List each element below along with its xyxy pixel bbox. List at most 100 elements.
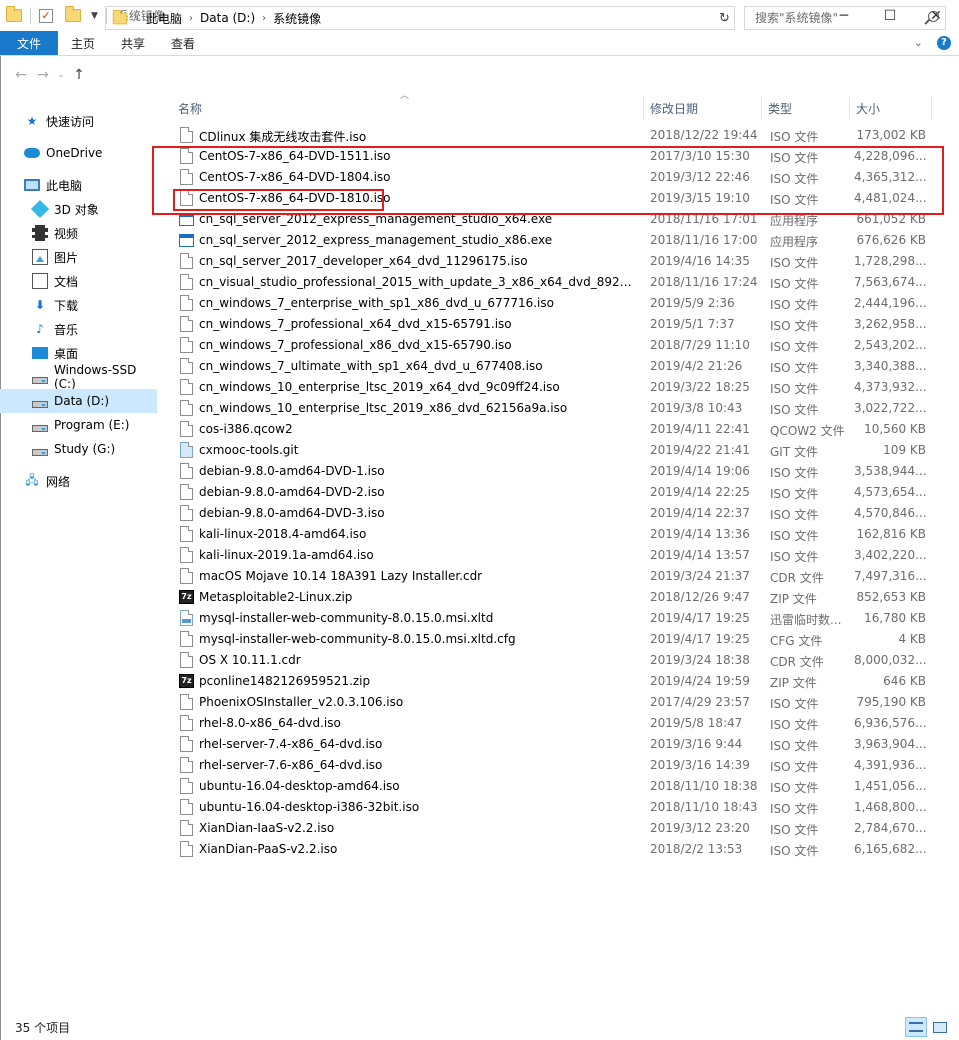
file-row[interactable]: XianDian-PaaS-v2.2.iso 2018/2/2 13:53 ISO …: [170, 839, 940, 860]
column-header-type[interactable]: 类型: [762, 96, 850, 120]
new-folder-icon[interactable]: [65, 6, 81, 22]
file-row[interactable]: kali-linux-2018.4-amd64.iso 2019/4/14 13:…: [170, 524, 940, 545]
file-size: 795,190 KB: [856, 695, 926, 709]
back-icon[interactable]: ←: [10, 67, 32, 83]
tab-view[interactable]: 查看: [158, 31, 208, 55]
file-type: CFG 文件: [770, 634, 823, 648]
file-row[interactable]: cn_windows_10_enterprise_ltsc_2019_x86_d…: [170, 398, 940, 419]
sidebar-item-label: 文档: [54, 274, 79, 289]
file-row[interactable]: 7z Metasploitable2-Linux.zip 2018/12/26 9:…: [170, 587, 940, 608]
file-date: 2019/5/1 7:37: [650, 317, 735, 331]
sidebar-item-drive-c[interactable]: Windows-SSD (C:): [0, 363, 157, 391]
file-row[interactable]: cn_sql_server_2012_express_management_st…: [170, 230, 940, 251]
file-row[interactable]: cn_windows_7_enterprise_with_sp1_x86_dvd…: [170, 293, 940, 314]
file-row[interactable]: kali-linux-2019.1a-amd64.iso 2019/4/14 13…: [170, 545, 940, 566]
chevron-right-icon[interactable]: ›: [189, 13, 193, 24]
chevron-right-icon[interactable]: ›: [135, 13, 139, 24]
recent-locations-icon[interactable]: ⌄: [54, 70, 68, 80]
sidebar-item-documents[interactable]: 文档: [0, 269, 157, 293]
file-row[interactable]: CDlinux 集成无线攻击套件.iso 2018/12/22 19:44 ISO …: [170, 125, 940, 146]
address-bar[interactable]: › 此电脑 › Data (D:) › 系统镜像 ⌄: [105, 6, 735, 30]
large-icons-view-button[interactable]: [929, 1017, 951, 1037]
breadcrumb-this-pc[interactable]: 此电脑: [146, 10, 182, 27]
sidebar-item-videos[interactable]: 视频: [0, 221, 157, 245]
breadcrumb-data-drive[interactable]: Data (D:): [200, 11, 255, 25]
sidebar-item-label: 音乐: [54, 322, 79, 337]
file-row[interactable]: debian-9.8.0-amd64-DVD-2.iso 2019/4/14 22…: [170, 482, 940, 503]
search-icon[interactable]: [928, 11, 939, 22]
sidebar-item-onedrive[interactable]: OneDrive: [0, 141, 157, 165]
sidebar-item-this-pc[interactable]: 此电脑: [0, 173, 157, 197]
sidebar-item-drive-e[interactable]: Program (E:): [0, 413, 157, 437]
file-size: 4,573,654...: [854, 485, 926, 499]
file-type: ISO 文件: [770, 130, 819, 144]
sidebar-item-desktop[interactable]: 桌面: [0, 341, 157, 365]
file-row[interactable]: XianDian-IaaS-v2.2.iso 2019/3/12 23:20 ISO…: [170, 818, 940, 839]
file-row[interactable]: cos-i386.qcow2 2019/4/11 22:41 QCOW2 文件 10,…: [170, 419, 940, 440]
zip-file-icon: 7z: [179, 590, 194, 604]
properties-icon[interactable]: ✓: [39, 8, 53, 23]
tab-home[interactable]: 主页: [58, 31, 108, 55]
search-input[interactable]: [755, 11, 925, 25]
ribbon-tabs: 文件 主页 共享 查看 ⌄ ?: [0, 31, 959, 56]
file-row[interactable]: PhoenixOSInstaller_v2.0.3.106.iso 2017/4/…: [170, 692, 940, 713]
file-row[interactable]: cxmooc-tools.git 2019/4/22 21:41 GIT 文件 109…: [170, 440, 940, 461]
file-type: ISO 文件: [770, 256, 819, 270]
file-row[interactable]: cn_visual_studio_professional_2015_with_…: [170, 272, 940, 293]
file-date: 2019/4/14 13:36: [650, 527, 750, 541]
sidebar-item-drive-g[interactable]: Study (G:): [0, 437, 157, 461]
breadcrumb-current-folder[interactable]: 系统镜像: [273, 10, 321, 27]
file-row[interactable]: debian-9.8.0-amd64-DVD-3.iso 2019/4/14 22…: [170, 503, 940, 524]
file-row[interactable]: cn_sql_server_2017_developer_x64_dvd_112…: [170, 251, 940, 272]
file-row[interactable]: mysql-installer-web-community-8.0.15.0.m…: [170, 608, 940, 629]
customize-toolbar-icon[interactable]: ▼: [91, 11, 98, 21]
file-icon: [180, 295, 193, 311]
file-row[interactable]: mysql-installer-web-community-8.0.15.0.m…: [170, 629, 940, 650]
file-row[interactable]: 7z pconline1482126959521.zip 2019/4/24 19:…: [170, 671, 940, 692]
file-row[interactable]: debian-9.8.0-amd64-DVD-1.iso 2019/4/14 19…: [170, 461, 940, 482]
file-row[interactable]: cn_windows_7_professional_x64_dvd_x15-65…: [170, 314, 940, 335]
file-row[interactable]: ubuntu-16.04-desktop-i386-32bit.iso 2018/…: [170, 797, 940, 818]
file-type: ISO 文件: [770, 823, 819, 837]
help-icon[interactable]: ?: [937, 36, 951, 50]
up-icon[interactable]: ↑: [68, 67, 90, 83]
file-size: 4,391,936...: [854, 758, 926, 772]
sidebar-item-downloads[interactable]: ⬇ 下载: [0, 293, 157, 317]
network-icon: 🖧: [25, 472, 39, 487]
file-row[interactable]: rhel-8.0-x86_64-dvd.iso 2019/5/8 18:47 ISO…: [170, 713, 940, 734]
sidebar-item-quick-access[interactable]: ★ 快速访问: [0, 109, 157, 133]
details-view-button[interactable]: [905, 1017, 927, 1037]
cloud-icon: [24, 148, 40, 158]
file-row[interactable]: ubuntu-16.04-desktop-amd64.iso 2018/11/10…: [170, 776, 940, 797]
file-row[interactable]: macOS Mojave 10.14 18A391 Lazy Installer…: [170, 566, 940, 587]
file-size: 8,000,032...: [854, 653, 926, 667]
file-row[interactable]: rhel-server-7.6-x86_64-dvd.iso 2019/3/16 …: [170, 755, 940, 776]
sidebar-item-3d-objects[interactable]: 3D 对象: [0, 197, 157, 221]
chevron-right-icon[interactable]: ›: [262, 13, 266, 24]
refresh-button[interactable]: ↻: [715, 6, 735, 30]
file-row[interactable]: rhel-server-7.4-x86_64-dvd.iso 2019/3/16 …: [170, 734, 940, 755]
file-type: ISO 文件: [770, 844, 819, 858]
file-row[interactable]: OS X 10.11.1.cdr 2019/3/24 18:38 CDR 文件 8,0…: [170, 650, 940, 671]
tab-file[interactable]: 文件: [0, 31, 58, 55]
expand-ribbon-icon[interactable]: ⌄: [914, 36, 923, 50]
sidebar-item-drive-d[interactable]: Data (D:): [0, 389, 157, 413]
column-header-name[interactable]: 名称: [172, 96, 644, 120]
tab-share[interactable]: 共享: [108, 31, 158, 55]
sidebar-item-pictures[interactable]: 图片: [0, 245, 157, 269]
file-icon: [180, 127, 193, 143]
sidebar-item-music[interactable]: ♪ 音乐: [0, 317, 157, 341]
sidebar-item-label: 此电脑: [46, 178, 83, 193]
column-header-date[interactable]: 修改日期: [644, 96, 762, 120]
sidebar-item-network[interactable]: 🖧 网络: [0, 469, 157, 493]
file-row[interactable]: cn_windows_10_enterprise_ltsc_2019_x64_d…: [170, 377, 940, 398]
search-box[interactable]: [744, 6, 946, 30]
file-row[interactable]: cn_windows_7_professional_x86_dvd_x15-65…: [170, 335, 940, 356]
file-type: ISO 文件: [770, 781, 819, 795]
file-icon: [180, 568, 193, 584]
file-size: 3,963,904...: [854, 737, 926, 751]
file-size: 109 KB: [883, 443, 926, 457]
column-header-size[interactable]: 大小: [850, 96, 932, 120]
forward-icon[interactable]: →: [32, 67, 54, 83]
file-row[interactable]: cn_windows_7_ultimate_with_sp1_x64_dvd_u…: [170, 356, 940, 377]
